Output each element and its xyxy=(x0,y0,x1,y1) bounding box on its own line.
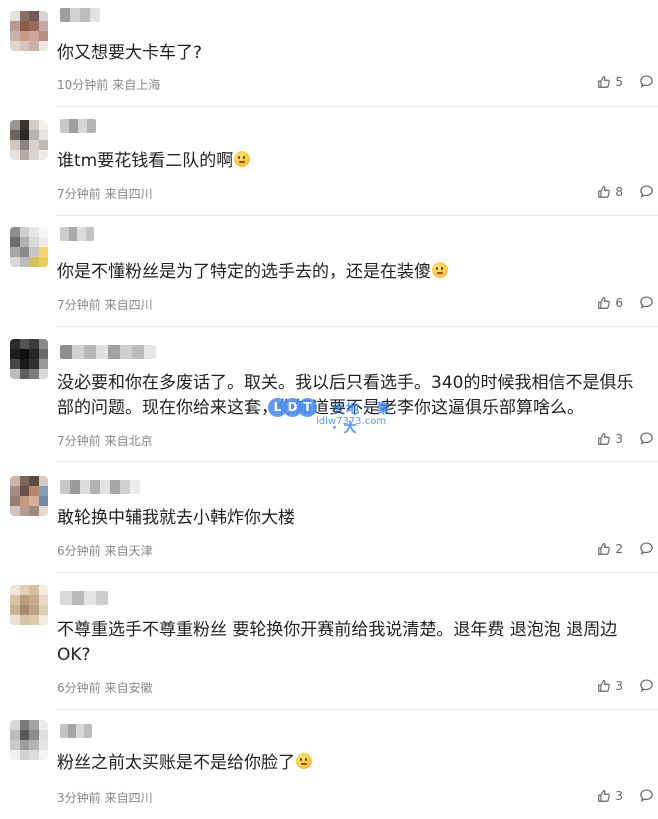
avatar[interactable] xyxy=(10,720,48,760)
username-redacted[interactable] xyxy=(60,119,96,133)
comment-bubble-icon xyxy=(640,296,653,309)
comment-time: 3分钟前 xyxy=(57,791,101,805)
comment-text: 不尊重选手不尊重粉丝 要轮换你开赛前给我说清楚。退年费 退泡泡 退周边OK? xyxy=(57,620,618,665)
comment-actions: 5 xyxy=(597,74,654,89)
comment-item: 粉丝之前太买账是不是给你脸了 3分钟前 来自四川 3 xyxy=(0,710,658,819)
comment-location: 来自上海 xyxy=(112,78,161,92)
emoji-icon xyxy=(234,151,251,167)
username-redacted[interactable] xyxy=(60,480,140,494)
thumbs-up-icon xyxy=(598,432,611,445)
comment-actions: 3 xyxy=(597,788,654,803)
comment-location: 来自安徽 xyxy=(104,681,153,695)
like-count: 3 xyxy=(615,788,623,803)
thumbs-up-icon xyxy=(598,789,611,802)
thumbs-up-icon xyxy=(598,185,611,198)
comment-meta: 7分钟前 来自北京 xyxy=(57,432,153,449)
comment-location: 来自四川 xyxy=(104,298,153,312)
avatar[interactable] xyxy=(10,227,48,267)
thumbs-up-icon xyxy=(598,679,611,692)
username-redacted[interactable] xyxy=(60,227,94,241)
comment-actions: 2 xyxy=(597,541,654,556)
like-button[interactable]: 3 xyxy=(597,679,623,693)
reply-button[interactable] xyxy=(639,74,654,89)
avatar[interactable] xyxy=(10,585,48,625)
username-redacted[interactable] xyxy=(60,345,156,359)
like-count: 6 xyxy=(615,295,623,310)
comment-location: 来自北京 xyxy=(104,434,153,448)
comment-time: 7分钟前 xyxy=(57,298,101,312)
username-redacted[interactable] xyxy=(60,591,108,605)
comment-actions: 3 xyxy=(597,678,654,693)
emoji-icon xyxy=(432,262,448,278)
like-count: 5 xyxy=(615,74,623,89)
comment-bubble-icon xyxy=(640,679,653,692)
comment-item: 敢轮换中辅我就去小韩炸你大楼 6分钟前 来自天津 2 xyxy=(0,462,658,573)
comment-meta: 10分钟前 来自上海 xyxy=(57,76,160,93)
reply-button[interactable] xyxy=(639,431,654,446)
comment-bubble-icon xyxy=(640,542,653,555)
thumbs-up-icon xyxy=(598,542,611,555)
comment-item: 你是不懂粉丝是为了特定的选手去的，还是在装傻 7分钟前 来自四川 6 xyxy=(0,216,658,327)
comment-time: 7分钟前 xyxy=(57,187,101,201)
avatar[interactable] xyxy=(10,476,48,516)
comment-text: 没必要和你在多废话了。取关。我以后只看选手。340的时候我相信不是俱乐部的问题。… xyxy=(57,373,634,418)
comment-text: 你又想要大卡车了? xyxy=(57,43,203,63)
comment-meta: 6分钟前 来自安徽 xyxy=(57,679,153,696)
comment-item: 谁tm要花钱看二队的啊 7分钟前 来自四川 8 xyxy=(0,107,658,216)
comment-bubble-icon xyxy=(640,75,653,88)
comment-item: 你又想要大卡车了? 10分钟前 来自上海 5 xyxy=(0,0,658,107)
comment-location: 来自四川 xyxy=(104,187,153,201)
avatar[interactable] xyxy=(10,120,48,160)
like-count: 2 xyxy=(615,541,623,556)
comment-time: 7分钟前 xyxy=(57,434,101,448)
comment-actions: 8 xyxy=(597,184,654,199)
like-button[interactable]: 3 xyxy=(597,432,623,446)
reply-button[interactable] xyxy=(639,678,654,693)
comment-meta: 7分钟前 来自四川 xyxy=(57,296,153,313)
comment-location: 来自天津 xyxy=(104,544,153,558)
comment-location: 来自四川 xyxy=(104,791,153,805)
comment-text: 你是不懂粉丝是为了特定的选手去的，还是在装傻 xyxy=(57,260,648,285)
comment-bubble-icon xyxy=(640,432,653,445)
thumbs-up-icon xyxy=(598,296,611,309)
comment-time: 6分钟前 xyxy=(57,544,101,558)
reply-button[interactable] xyxy=(639,184,654,199)
reply-button[interactable] xyxy=(639,541,654,556)
like-button[interactable]: 8 xyxy=(597,185,623,199)
like-count: 3 xyxy=(615,431,623,446)
emoji-icon xyxy=(296,753,312,769)
comment-meta: 3分钟前 来自四川 xyxy=(57,789,153,806)
like-button[interactable]: 6 xyxy=(597,296,623,310)
avatar[interactable] xyxy=(10,11,48,51)
like-button[interactable]: 3 xyxy=(597,789,623,803)
reply-button[interactable] xyxy=(639,788,654,803)
comment-text: 粉丝之前太买账是不是给你脸了 xyxy=(57,751,648,776)
comment-item: 没必要和你在多废话了。取关。我以后只看选手。340的时候我相信不是俱乐部的问题。… xyxy=(0,327,658,462)
like-count: 3 xyxy=(615,678,623,693)
comment-text: 谁tm要花钱看二队的啊 xyxy=(57,149,648,174)
comment-bubble-icon xyxy=(640,789,653,802)
comment-time: 10分钟前 xyxy=(57,78,109,92)
comment-item: 不尊重选手不尊重粉丝 要轮换你开赛前给我说清楚。退年费 退泡泡 退周边OK? 6… xyxy=(0,573,658,710)
comment-text: 敢轮换中辅我就去小韩炸你大楼 xyxy=(57,508,295,528)
comment-actions: 6 xyxy=(597,295,654,310)
username-redacted[interactable] xyxy=(60,8,100,22)
comment-actions: 3 xyxy=(597,431,654,446)
comment-bubble-icon xyxy=(640,185,653,198)
comment-meta: 6分钟前 来自天津 xyxy=(57,542,153,559)
comment-meta: 7分钟前 来自四川 xyxy=(57,185,153,202)
like-button[interactable]: 5 xyxy=(597,75,623,89)
like-button[interactable]: 2 xyxy=(597,542,623,556)
comment-time: 6分钟前 xyxy=(57,681,101,695)
thumbs-up-icon xyxy=(598,75,611,88)
username-redacted[interactable] xyxy=(60,724,92,738)
like-count: 8 xyxy=(615,184,623,199)
reply-button[interactable] xyxy=(639,295,654,310)
avatar[interactable] xyxy=(10,339,48,379)
